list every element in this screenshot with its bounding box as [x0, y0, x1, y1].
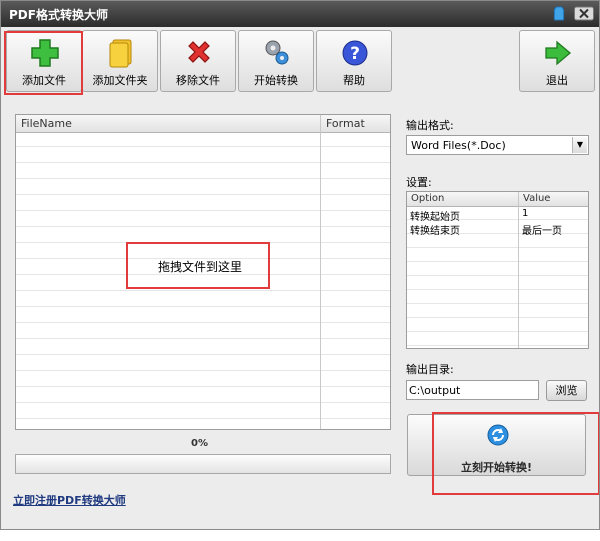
add-folder-label: 添加文件夹 [92, 74, 148, 87]
arrow-right-icon [545, 40, 572, 66]
start-convert-label: 开始转换 [254, 74, 298, 87]
skin-icon[interactable] [552, 6, 566, 21]
help-icon: ? [342, 40, 368, 66]
value-cell[interactable]: 最后一页 [522, 222, 562, 237]
output-format-select[interactable]: Word Files(*.Doc) ▼ [406, 135, 589, 155]
output-dir-input[interactable]: C:\output [406, 380, 539, 400]
value-cell[interactable]: 1 [522, 208, 528, 219]
help-button[interactable]: ? 帮助 [316, 30, 392, 92]
exit-label: 退出 [546, 74, 568, 87]
start-convert-button[interactable]: 开始转换 [238, 30, 314, 92]
col-option[interactable]: Option [411, 193, 444, 204]
highlight-start-button [432, 412, 599, 495]
settings-header: Option Value [407, 192, 588, 207]
browse-button[interactable]: 浏览 [546, 380, 587, 401]
progress-percent: 0% [191, 438, 208, 449]
highlight-drop-zone [126, 242, 270, 289]
title-bar: PDF格式转换大师 [1, 1, 599, 27]
delete-x-icon [188, 41, 210, 63]
option-cell: 转换起始页 [410, 212, 460, 223]
exit-button[interactable]: 退出 [519, 30, 595, 92]
output-dir-label: 输出目录: [406, 363, 454, 376]
col-format[interactable]: Format [326, 117, 365, 130]
remove-file-label: 移除文件 [176, 74, 220, 87]
close-icon[interactable] [574, 6, 594, 21]
column-divider [320, 115, 321, 429]
col-filename[interactable]: FileName [21, 117, 72, 130]
svg-text:?: ? [350, 44, 360, 64]
settings-label: 设置: [406, 176, 432, 189]
app-window: PDF格式转换大师 添加文件 添加文件夹 移除文件 开始转换 ? 帮助 退出 F… [0, 0, 600, 530]
register-link[interactable]: 立即注册PDF转换大师 [13, 492, 126, 508]
settings-column-divider [518, 192, 519, 348]
output-format-label: 输出格式: [406, 119, 454, 132]
gears-icon [265, 40, 289, 65]
highlight-add-file [4, 31, 83, 95]
output-format-value: Word Files(*.Doc) [411, 139, 506, 152]
col-value[interactable]: Value [523, 193, 550, 204]
option-cell: 转换结束页 [410, 226, 460, 237]
settings-grid[interactable]: Option Value 转换起始页 1 转换结束页 最后一页 [406, 191, 589, 349]
window-title: PDF格式转换大师 [9, 8, 108, 22]
remove-file-button[interactable]: 移除文件 [160, 30, 236, 92]
folder-icon [109, 39, 132, 68]
add-folder-button[interactable]: 添加文件夹 [82, 30, 158, 92]
progress-bar [15, 454, 391, 474]
help-label: 帮助 [343, 74, 365, 87]
file-list-header: FileName Format [16, 115, 390, 133]
background-strip [0, 530, 600, 541]
chevron-down-icon[interactable]: ▼ [572, 137, 587, 153]
